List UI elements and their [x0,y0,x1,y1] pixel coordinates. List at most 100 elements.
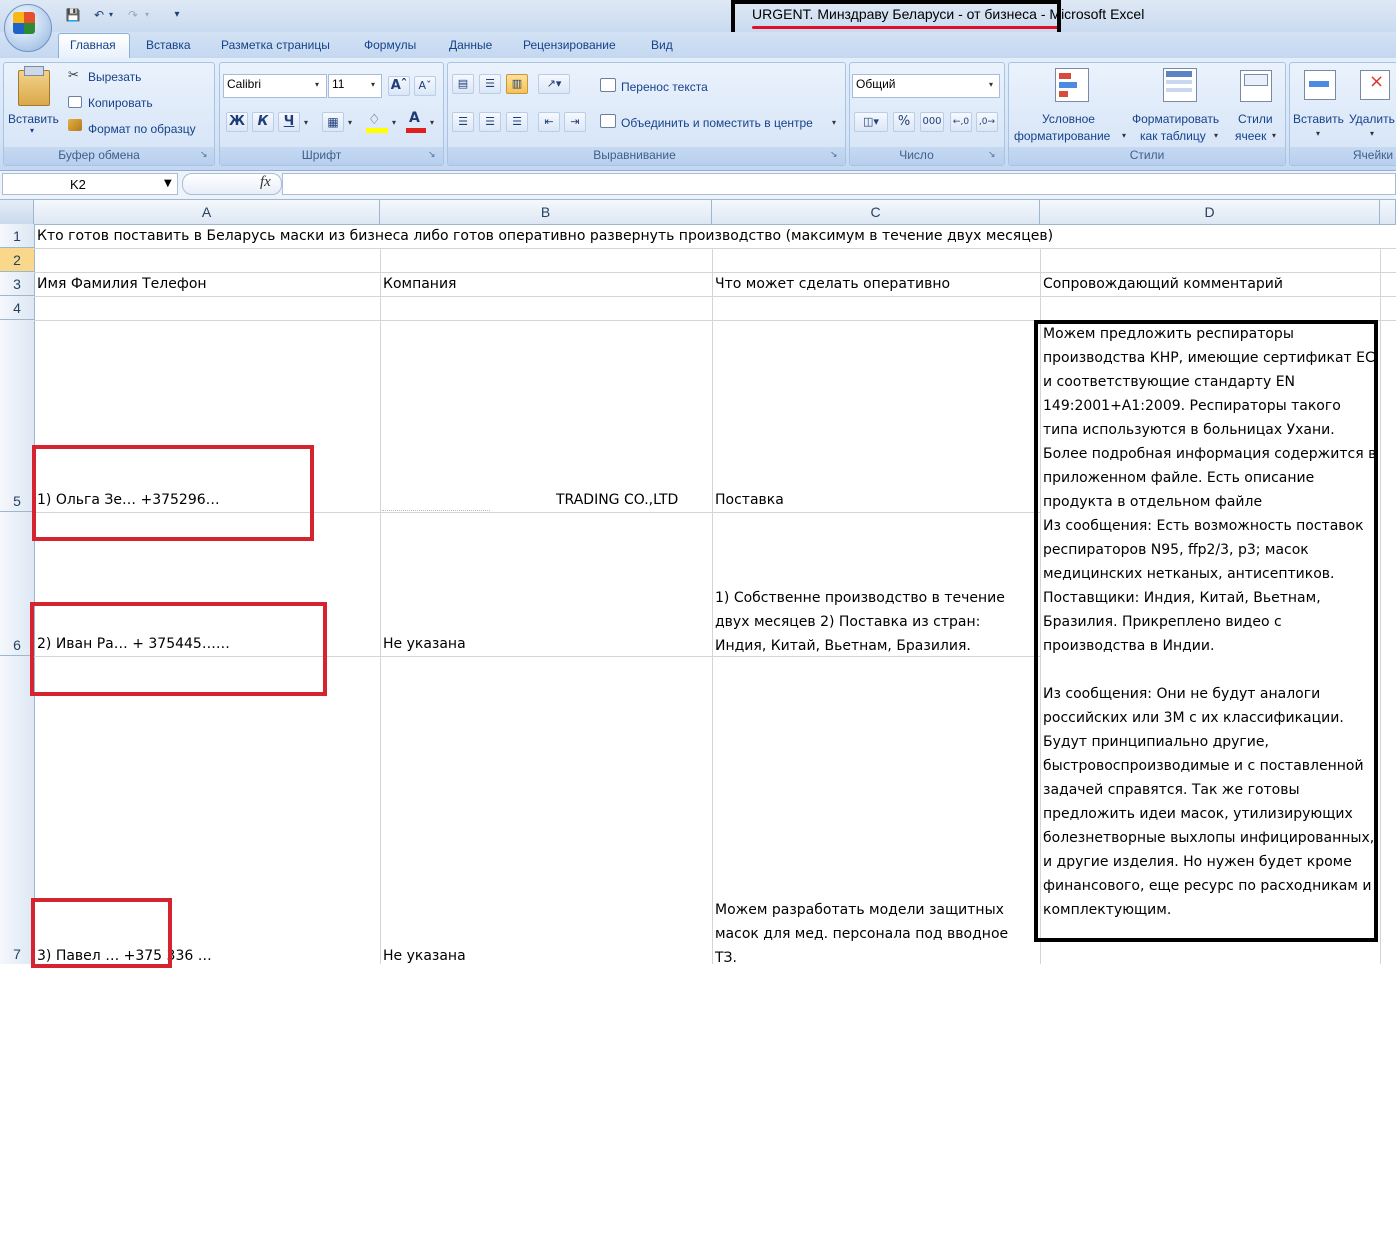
cell-styles-dropdown-icon[interactable]: ▾ [1272,131,1276,140]
cell-c7[interactable]: Можем разработать модели защитных масок … [715,898,1033,970]
tab-formulas[interactable]: Формулы [364,38,416,52]
insert-dropdown-icon[interactable]: ▾ [1316,129,1320,138]
conditional-formatting-line2[interactable]: форматирование [1014,129,1110,143]
save-icon[interactable]: 💾 [64,7,82,23]
delete-cells-button[interactable]: Удалить [1349,112,1395,126]
number-launcher-icon[interactable]: ↘ [988,150,996,160]
font-name-dropdown-icon[interactable]: ▾ [315,80,319,89]
format-as-table-line1[interactable]: Форматировать [1132,112,1219,126]
italic-button[interactable]: К [252,112,274,132]
cut-button[interactable]: Вырезать [88,70,141,84]
row-header-5[interactable]: 5 [0,320,34,512]
delete-dropdown-icon[interactable]: ▾ [1370,129,1374,138]
formula-input[interactable] [282,173,1396,195]
cell-b7[interactable]: Не указана [383,948,466,964]
cell-b3[interactable]: Компания [383,276,456,292]
row-header-4[interactable]: 4 [0,296,34,320]
merge-center-button[interactable]: Объединить и поместить в центре [621,116,813,130]
name-box[interactable] [2,173,178,195]
borders-icon[interactable]: ▦ [322,112,344,132]
fill-color-icon[interactable]: ♢ [364,112,390,133]
merge-dropdown-icon[interactable]: ▾ [832,118,836,127]
row-header-6[interactable]: 6 [0,512,34,656]
row-header-1[interactable]: 1 [0,224,34,248]
format-as-table-dropdown-icon[interactable]: ▾ [1214,131,1218,140]
redo-icon[interactable]: ↷ [124,7,142,23]
row-header-3[interactable]: 3 [0,272,34,296]
column-header-d[interactable]: D [1040,200,1380,224]
cell-a3[interactable]: Имя Фамилия Телефон [37,276,207,292]
undo-dropdown-icon[interactable]: ▾ [106,7,116,23]
merge-center-icon[interactable] [600,114,616,128]
scissors-icon[interactable]: ✂ [68,68,79,83]
borders-dropdown-icon[interactable]: ▾ [348,118,352,127]
cell-c6[interactable]: 1) Собственне производство в течение дву… [715,586,1033,658]
font-color-dropdown-icon[interactable]: ▾ [430,118,434,127]
alignment-launcher-icon[interactable]: ↘ [830,150,838,160]
select-all-button[interactable] [0,200,34,224]
column-header-c[interactable]: C [712,200,1040,224]
conditional-formatting-icon[interactable] [1055,68,1089,102]
underline-dropdown-icon[interactable]: ▾ [304,118,308,127]
redo-dropdown-icon[interactable]: ▾ [142,7,152,23]
decrease-indent-icon[interactable]: ⇤ [538,112,560,132]
format-painter-icon[interactable] [68,119,82,131]
decrease-decimal-icon[interactable]: ,0→ [976,112,998,132]
font-size-dropdown-icon[interactable]: ▾ [371,80,375,89]
number-format-dropdown-icon[interactable]: ▾ [989,80,993,89]
wrap-text-icon[interactable] [600,78,616,92]
copy-icon[interactable] [68,96,82,108]
fill-color-dropdown-icon[interactable]: ▾ [392,118,396,127]
align-center-icon[interactable]: ☰ [479,112,501,132]
align-middle-icon[interactable]: ☰ [479,74,501,94]
thousands-button[interactable]: 000 [920,112,944,132]
format-painter-button[interactable]: Формат по образцу [88,122,196,136]
tab-page-layout[interactable]: Разметка страницы [221,38,330,52]
cell-styles-line2[interactable]: ячеек [1235,129,1266,143]
orientation-icon[interactable]: ↗▾ [538,74,570,94]
cell-c3[interactable]: Что может сделать оперативно [715,276,950,292]
font-launcher-icon[interactable]: ↘ [428,150,436,160]
shrink-font-icon[interactable]: Aˇ [414,76,436,96]
align-bottom-icon[interactable]: ▥ [506,74,528,94]
paste-button[interactable]: Вставить [8,112,59,126]
align-left-icon[interactable]: ☰ [452,112,474,132]
grow-font-icon[interactable]: Aˆ [388,76,410,96]
align-top-icon[interactable]: ▤ [452,74,474,94]
cell-a1[interactable]: Кто готов поставить в Беларусь маски из … [37,228,1053,244]
cell-d3[interactable]: Сопровождающий комментарий [1043,276,1283,292]
tab-view[interactable]: Вид [651,38,673,52]
column-header-e[interactable] [1380,200,1396,224]
wrap-text-button[interactable]: Перенос текста [621,80,708,94]
office-logo-icon[interactable] [13,12,35,34]
tab-data[interactable]: Данные [449,38,492,52]
copy-button[interactable]: Копировать [88,96,153,110]
tab-home[interactable]: Главная [70,38,116,52]
paste-dropdown-icon[interactable]: ▾ [30,126,34,135]
font-color-icon[interactable]: A [404,110,426,134]
number-format-select[interactable]: Общий [852,74,1000,98]
percent-button[interactable]: % [893,112,915,132]
tab-review[interactable]: Рецензирование [523,38,616,52]
cell-styles-line1[interactable]: Стили [1238,112,1273,126]
column-header-a[interactable]: A [34,200,380,224]
bold-button[interactable]: Ж [226,112,248,132]
cell-b6[interactable]: Не указана [383,636,466,652]
format-as-table-icon[interactable] [1163,68,1197,102]
insert-function-icon[interactable]: fx [260,174,271,191]
cell-styles-icon[interactable] [1240,70,1272,102]
clipboard-launcher-icon[interactable]: ↘ [200,150,208,160]
conditional-formatting-line1[interactable]: Условное [1042,112,1095,126]
column-header-b[interactable]: B [380,200,712,224]
customize-icon[interactable]: ▾ [170,7,184,23]
delete-cells-icon[interactable]: × [1360,70,1390,100]
row-header-2[interactable]: 2 [0,248,34,272]
insert-cells-button[interactable]: Вставить [1293,112,1344,126]
cell-b5[interactable]: TRADING CO.,LTD [556,492,678,508]
align-right-icon[interactable]: ☰ [506,112,528,132]
increase-indent-icon[interactable]: ⇥ [564,112,586,132]
conditional-dropdown-icon[interactable]: ▾ [1122,131,1126,140]
format-as-table-line2[interactable]: как таблицу [1140,129,1206,143]
cell-c5[interactable]: Поставка [715,492,784,508]
insert-cells-icon[interactable] [1304,70,1336,100]
